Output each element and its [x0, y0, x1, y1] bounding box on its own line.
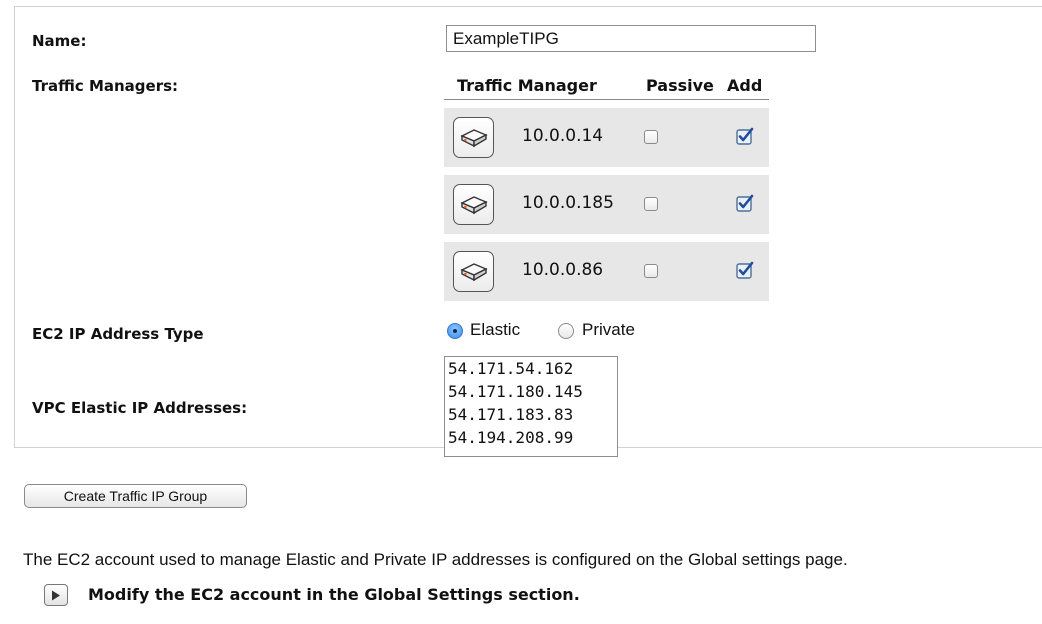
elastic-ip-option[interactable]: 54.194.208.99 [448, 427, 617, 450]
traffic-manager-row: 10.0.0.185 [444, 175, 769, 234]
ec2-ip-type-label: EC2 IP Address Type [32, 325, 204, 343]
add-checkbox[interactable] [736, 194, 754, 212]
server-appliance-icon [453, 117, 494, 158]
traffic-manager-ip: 10.0.0.185 [522, 193, 614, 213]
vpc-elastic-ips-label: VPC Elastic IP Addresses: [32, 399, 248, 417]
passive-checkbox[interactable] [644, 130, 658, 144]
traffic-manager-row: 10.0.0.86 [444, 242, 769, 301]
modify-ec2-account-link[interactable]: Modify the EC2 account in the Global Set… [88, 585, 580, 604]
passive-column-header: Passive [646, 76, 714, 95]
server-appliance-icon [453, 184, 494, 225]
traffic-managers-label: Traffic Managers: [32, 77, 179, 95]
play-arrow-icon [52, 590, 60, 600]
name-label: Name: [32, 32, 87, 50]
private-radio-label: Private [582, 320, 635, 339]
private-radio[interactable] [558, 323, 574, 339]
elastic-ip-option[interactable]: 54.171.180.145 [448, 381, 617, 404]
server-appliance-icon [453, 251, 494, 292]
header-divider [444, 99, 769, 100]
traffic-manager-ip: 10.0.0.14 [522, 126, 604, 146]
traffic-manager-row: 10.0.0.14 [444, 108, 769, 167]
ec2-account-info-text: The EC2 account used to manage Elastic a… [23, 550, 848, 569]
elastic-ip-option[interactable]: 54.171.183.83 [448, 404, 617, 427]
traffic-manager-ip: 10.0.0.86 [522, 260, 604, 280]
name-input[interactable] [446, 25, 816, 52]
expand-button[interactable] [44, 584, 68, 606]
passive-checkbox[interactable] [644, 264, 658, 278]
elastic-ip-option[interactable]: 54.171.54.162 [448, 358, 617, 381]
passive-checkbox[interactable] [644, 197, 658, 211]
elastic-radio[interactable] [447, 323, 463, 339]
add-column-header: Add [727, 76, 763, 95]
traffic-manager-column-header: Traffic Manager [457, 76, 597, 95]
create-traffic-ip-group-button[interactable]: Create Traffic IP Group [24, 484, 247, 508]
elastic-radio-label: Elastic [470, 320, 521, 339]
add-checkbox[interactable] [736, 127, 754, 145]
add-checkbox[interactable] [736, 261, 754, 279]
elastic-ip-listbox[interactable]: 54.171.54.162 54.171.180.145 54.171.183.… [444, 356, 618, 457]
